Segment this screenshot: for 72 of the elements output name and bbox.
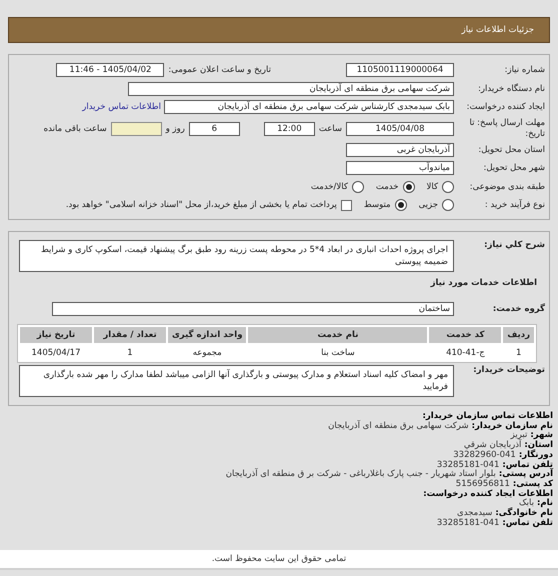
section-title: اطلاعات خدمات مورد نیاز <box>429 278 537 288</box>
field-value: تبریز <box>510 430 528 440</box>
column-header: کد خدمت <box>429 327 502 343</box>
checkbox[interactable] <box>340 200 352 211</box>
column-header: تعداد / مقدار <box>94 327 166 343</box>
field-label: شهر محل تحویل: <box>482 163 545 174</box>
column-header: واحد اندازه گیری <box>168 327 246 343</box>
radio-button[interactable] <box>402 180 415 193</box>
section-heading: اطلاعات ایجاد کننده درخواست: <box>423 488 553 499</box>
description-field: اجرای پروژه احداث انباری در ابعاد 4*5 در محوطه پست زرینه رود طبق برگ پیشنهاد قیمت، اسکوپ کاری و شرایط ضمیمه پیوستی <box>19 240 454 272</box>
text-field[interactable]: 1405/04/02 - 11:46 <box>56 63 164 78</box>
field-label: دورنگار: <box>518 450 553 460</box>
field-label: تلفن تماس: <box>502 518 553 528</box>
page-title: جزئیات اطلاعات نیاز <box>462 25 534 35</box>
section-heading: اطلاعات تماس سازمان خریدار: <box>422 411 553 421</box>
remaining-time-field <box>110 122 162 136</box>
option-label: کالا <box>426 182 438 192</box>
field-value: 041-33285181 <box>436 460 500 470</box>
text-field[interactable]: 1405/04/08 <box>346 122 454 136</box>
field-label: طبقه بندی موضوعی: <box>468 182 545 192</box>
field-label: ساعت باقی مانده <box>44 124 107 134</box>
column-header: تاریخ نیاز <box>20 327 92 343</box>
field-value: آذربایجان شرقي <box>464 440 522 450</box>
text-field[interactable]: 6 <box>188 122 240 136</box>
text-field[interactable]: ساختمان <box>52 302 454 316</box>
column-header: ردیف <box>503 327 534 343</box>
option-label: کالا/خدمت <box>310 182 348 192</box>
field-label: ساعت <box>318 124 342 134</box>
field-label: شهر: <box>530 430 553 440</box>
field-value: سیدمجدی <box>457 508 492 518</box>
text-field[interactable]: بابک سیدمجدی کارشناس شرکت سهامی برق منطقه ای آذربایجان <box>164 100 454 114</box>
radio-button[interactable] <box>442 180 454 193</box>
field-label: کد پستی: <box>512 478 553 489</box>
radio-button[interactable] <box>352 180 364 193</box>
field-value: بلوار استاد شهریار - جنب پارک باغلارباغی - شرکت بر ق منطقه ای آذربایجان <box>226 469 496 480</box>
option-label: جزیی <box>418 200 438 210</box>
field-label: گروه خدمت: <box>492 304 545 314</box>
field-label: استان: <box>524 440 553 450</box>
text-field[interactable]: میاندوآب <box>346 161 454 176</box>
field-label: آدرس پستی: <box>498 469 553 480</box>
field-label: تلفن تماس: <box>502 460 553 470</box>
notes-field: مهر و امضاک کلیه اسناد استعلام و مدارک پیوستی و بارگذاری آنها الزامی میباشد لطفا مدارک را مهر شده بارگذاری فرمایید <box>19 365 454 397</box>
field-label: مهلت ارسال پاسخ: تا تاریخ: <box>468 118 545 140</box>
field-label: نام خانوادگی: <box>495 508 553 518</box>
field-label: نام: <box>536 498 553 508</box>
column-header: نام خدمت <box>248 327 428 343</box>
radio-button[interactable] <box>394 199 407 212</box>
field-value: 041-33282960 <box>453 450 516 460</box>
contact-link[interactable]: اطلاعات تماس خریدار <box>82 102 161 112</box>
field-label: شرح کلي نیاز: <box>483 240 545 250</box>
field-value: بابک <box>519 498 534 508</box>
copyright-text: تمامی حقوق این سایت محفوظ است. <box>212 554 346 564</box>
field-label: تاریخ و ساعت اعلان عمومی: <box>168 65 271 76</box>
field-label: توضیحات خریدار: <box>472 365 545 376</box>
field-label: شماره نیاز: <box>504 65 545 76</box>
field-value: 041-33285181 <box>436 518 500 528</box>
field-value: 5156956811 <box>456 478 510 489</box>
text-field[interactable]: شرکت سهامی برق منطقه ای آذربایجان <box>128 82 454 96</box>
field-label: ایجاد کننده درخواست: <box>466 102 545 112</box>
field-label: روز و <box>166 124 185 134</box>
field-value: شرکت سهامی برق منطقه ای آذربایجان <box>328 420 469 431</box>
radio-button[interactable] <box>442 199 454 212</box>
text-field[interactable]: آذربایجان غربی <box>346 142 454 157</box>
field-label: نوع فرآیند خرید : <box>484 200 545 210</box>
field-label: نام دستگاه خریدار: <box>477 84 545 94</box>
field-label: نام سازمان خریدار: <box>472 420 553 431</box>
option-label: خدمت <box>376 182 399 192</box>
field-label: استان محل تحویل: <box>477 144 545 155</box>
text-field[interactable]: 1105001119000064 <box>346 63 454 78</box>
text-field[interactable]: 12:00 <box>264 122 315 136</box>
option-label: متوسط <box>364 200 391 210</box>
checkbox-label: پرداخت تمام یا بخشی از مبلغ خرید،از محل "اسناد خزانه اسلامی" خواهد بود. <box>66 200 337 210</box>
